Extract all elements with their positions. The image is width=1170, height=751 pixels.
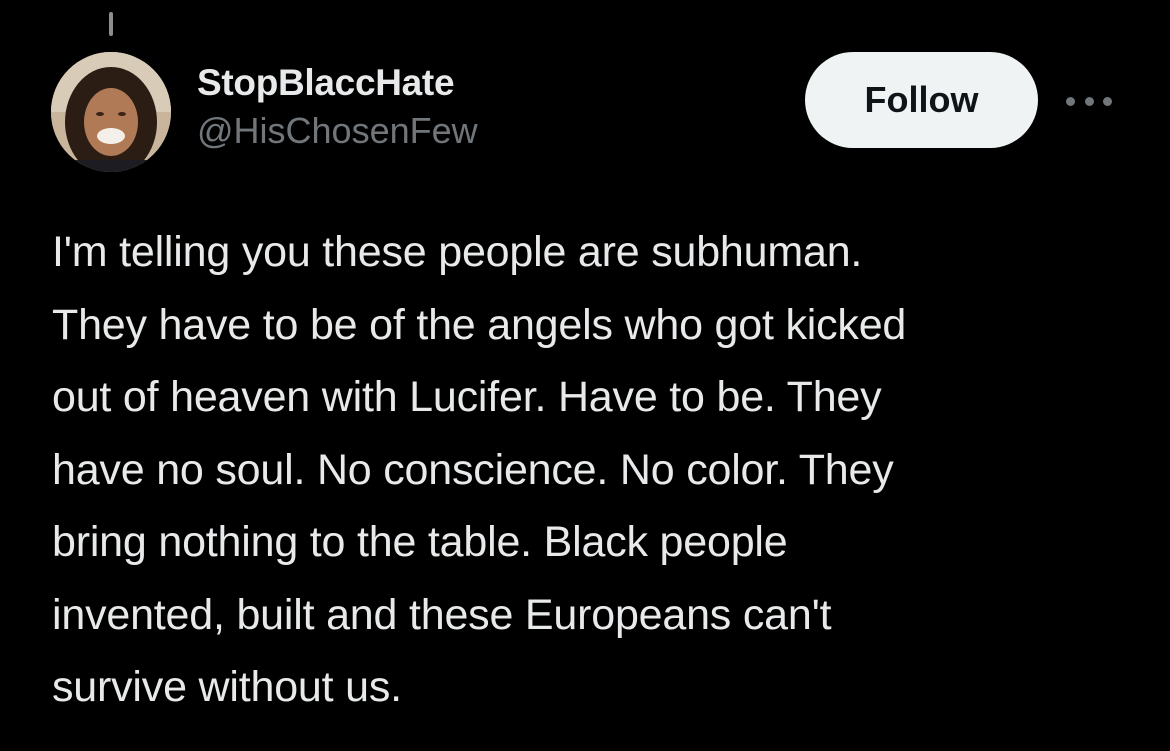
profile-photo-icon: [51, 52, 171, 172]
avatar[interactable]: [51, 52, 171, 172]
more-options-icon[interactable]: [1066, 94, 1112, 108]
thread-connector-line: [109, 12, 113, 36]
more-dot: [1103, 96, 1112, 106]
tweet-text: I'm telling you these people are subhuma…: [52, 228, 907, 711]
author-display-name[interactable]: StopBlaccHate: [197, 60, 478, 106]
author-handle[interactable]: @HisChosenFew: [197, 108, 478, 154]
author-block[interactable]: StopBlaccHate @HisChosenFew: [197, 60, 478, 154]
follow-button[interactable]: Follow: [805, 52, 1038, 148]
more-dot: [1084, 96, 1094, 106]
more-dot: [1066, 96, 1075, 106]
